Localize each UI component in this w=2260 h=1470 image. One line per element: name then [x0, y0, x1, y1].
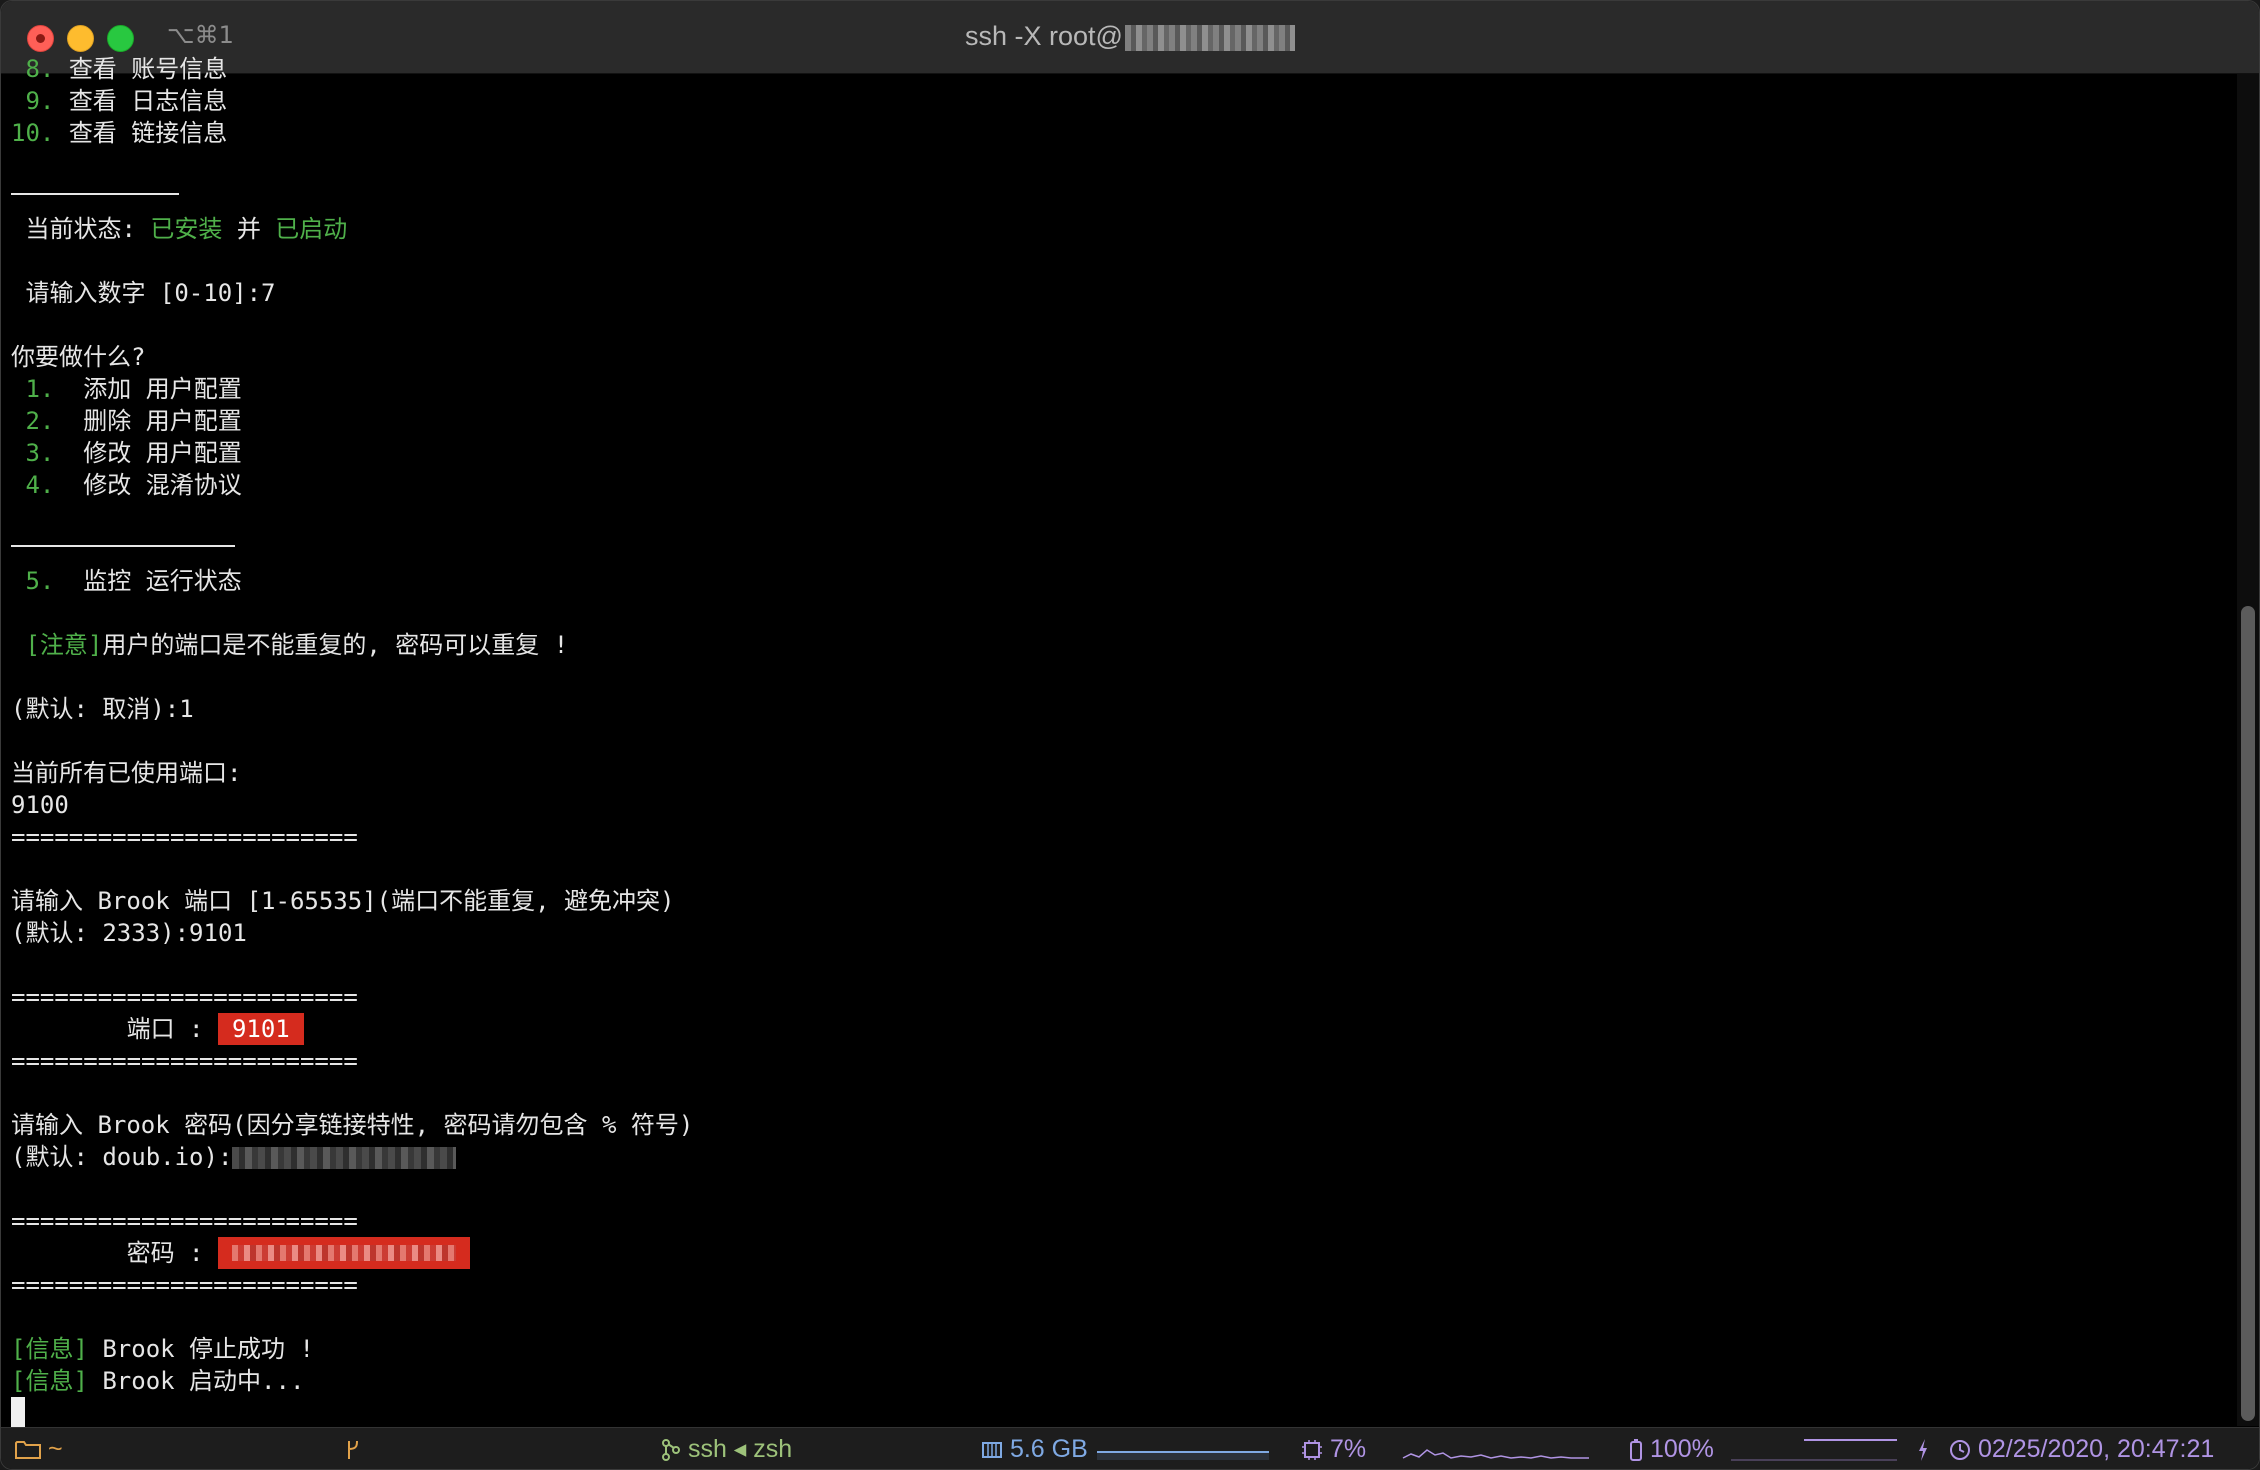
memory-icon	[981, 1435, 1010, 1463]
title-bar: ⌥⌘1 ssh -X root@	[1, 1, 2259, 74]
action-item-4: 4. 修改 混淆协议	[25, 471, 242, 499]
separator-3: ========================	[11, 1047, 358, 1075]
separator-1: ========================	[11, 823, 358, 851]
menu-item-10: 10. 查看 链接信息	[11, 119, 228, 147]
redacted-password-highlight	[217, 1237, 470, 1269]
cpu-segment: 7%	[1301, 1428, 1591, 1469]
info-start-line: [信息] Brook 启动中...	[11, 1367, 305, 1395]
text-cursor	[11, 1397, 25, 1427]
separator-5: ========================	[11, 1271, 358, 1299]
redacted-host	[1124, 24, 1295, 51]
action-item-2: 2. 删除 用户配置	[25, 407, 242, 435]
status-line: 当前状态: 已安装 并 已启动	[25, 215, 348, 243]
memory-segment: 5.6 GB	[981, 1428, 1271, 1469]
prompt-number-line: 请输入数字 [0-10]:7	[25, 279, 276, 307]
current-dir-segment[interactable]: ~	[15, 1428, 63, 1469]
ports-label-line: 当前所有已使用端口:	[11, 759, 242, 787]
scrollbar-thumb[interactable]	[2241, 606, 2255, 1421]
battery-icon	[1629, 1435, 1650, 1463]
terminal-output[interactable]: 8. 查看 账号信息 9. 查看 日志信息 10. 查看 链接信息 当前状态: …	[1, 55, 2237, 1427]
action-item-1: 1. 添加 用户配置	[25, 375, 242, 403]
password-default-line: (默认: doub.io):	[11, 1141, 457, 1173]
datetime-value: 02/25/2020, 20:47:21	[1977, 1435, 2215, 1463]
action-item-5: 5. 监控 运行状态	[25, 567, 242, 595]
window-title: ssh -X root@	[1, 21, 2259, 52]
redacted-password-input	[232, 1147, 457, 1169]
memory-graph	[1096, 1451, 1269, 1461]
port-default-line: (默认: 2333):9101	[11, 919, 247, 947]
menu-item-9: 9. 查看 日志信息	[25, 87, 228, 115]
cpu-graph	[1402, 1449, 1590, 1460]
separator-2: ========================	[11, 983, 358, 1011]
session-segment[interactable]: ssh ◂ zsh	[661, 1428, 793, 1469]
cpu-icon	[1301, 1435, 1330, 1463]
status-bar: ~ ssh ◂ zsh 5.6 GB 7% 100% 02/25/2020, 2…	[1, 1427, 2259, 1469]
battery-value: 100%	[1649, 1435, 1714, 1463]
git-branch-icon	[345, 1428, 361, 1469]
clock-segment: 02/25/2020, 20:47:21	[1949, 1428, 2215, 1469]
cpu-value: 7%	[1329, 1435, 1367, 1463]
menu-divider	[11, 193, 179, 195]
port-value-highlight: 9101	[217, 1013, 304, 1045]
port-result-line: 端口 : 9101	[11, 1013, 304, 1045]
ports-value-line: 9100	[11, 791, 69, 819]
question-line: 你要做什么?	[11, 343, 146, 371]
port-prompt-line: 请输入 Brook 端口 [1-65535](端口不能重复, 避免冲突)	[11, 887, 675, 915]
action-item-3: 3. 修改 用户配置	[25, 439, 242, 467]
clock-icon	[1949, 1435, 1978, 1463]
battery-segment: 100%	[1629, 1428, 1930, 1469]
window-title-text: ssh -X root@	[965, 21, 1123, 51]
folder-icon	[15, 1435, 48, 1463]
notice-line: [注意]用户的端口是不能重复的, 密码可以重复 !	[25, 631, 569, 659]
actions-divider	[11, 545, 235, 547]
default-cancel-line: (默认: 取消):1	[11, 695, 194, 723]
session-icon	[661, 1435, 688, 1463]
terminal-window: ⌥⌘1 ssh -X root@ 8. 查看 账号信息 9. 查看 日志信息 1…	[0, 0, 2260, 1470]
battery-graph	[1730, 1439, 1897, 1461]
session-label: ssh ◂ zsh	[687, 1435, 793, 1463]
password-prompt-line: 请输入 Brook 密码(因分享链接特性, 密码请勿包含 % 符号)	[11, 1111, 694, 1139]
separator-4: ========================	[11, 1207, 358, 1235]
menu-item-8: 8. 查看 账号信息	[25, 55, 228, 83]
scrollbar[interactable]	[2237, 74, 2259, 1426]
charging-icon	[1906, 1435, 1930, 1463]
memory-value: 5.6 GB	[1009, 1435, 1088, 1463]
info-stop-line: [信息] Brook 停止成功 !	[11, 1335, 314, 1363]
password-result-line: 密码 :	[11, 1237, 470, 1269]
current-dir: ~	[47, 1435, 63, 1463]
